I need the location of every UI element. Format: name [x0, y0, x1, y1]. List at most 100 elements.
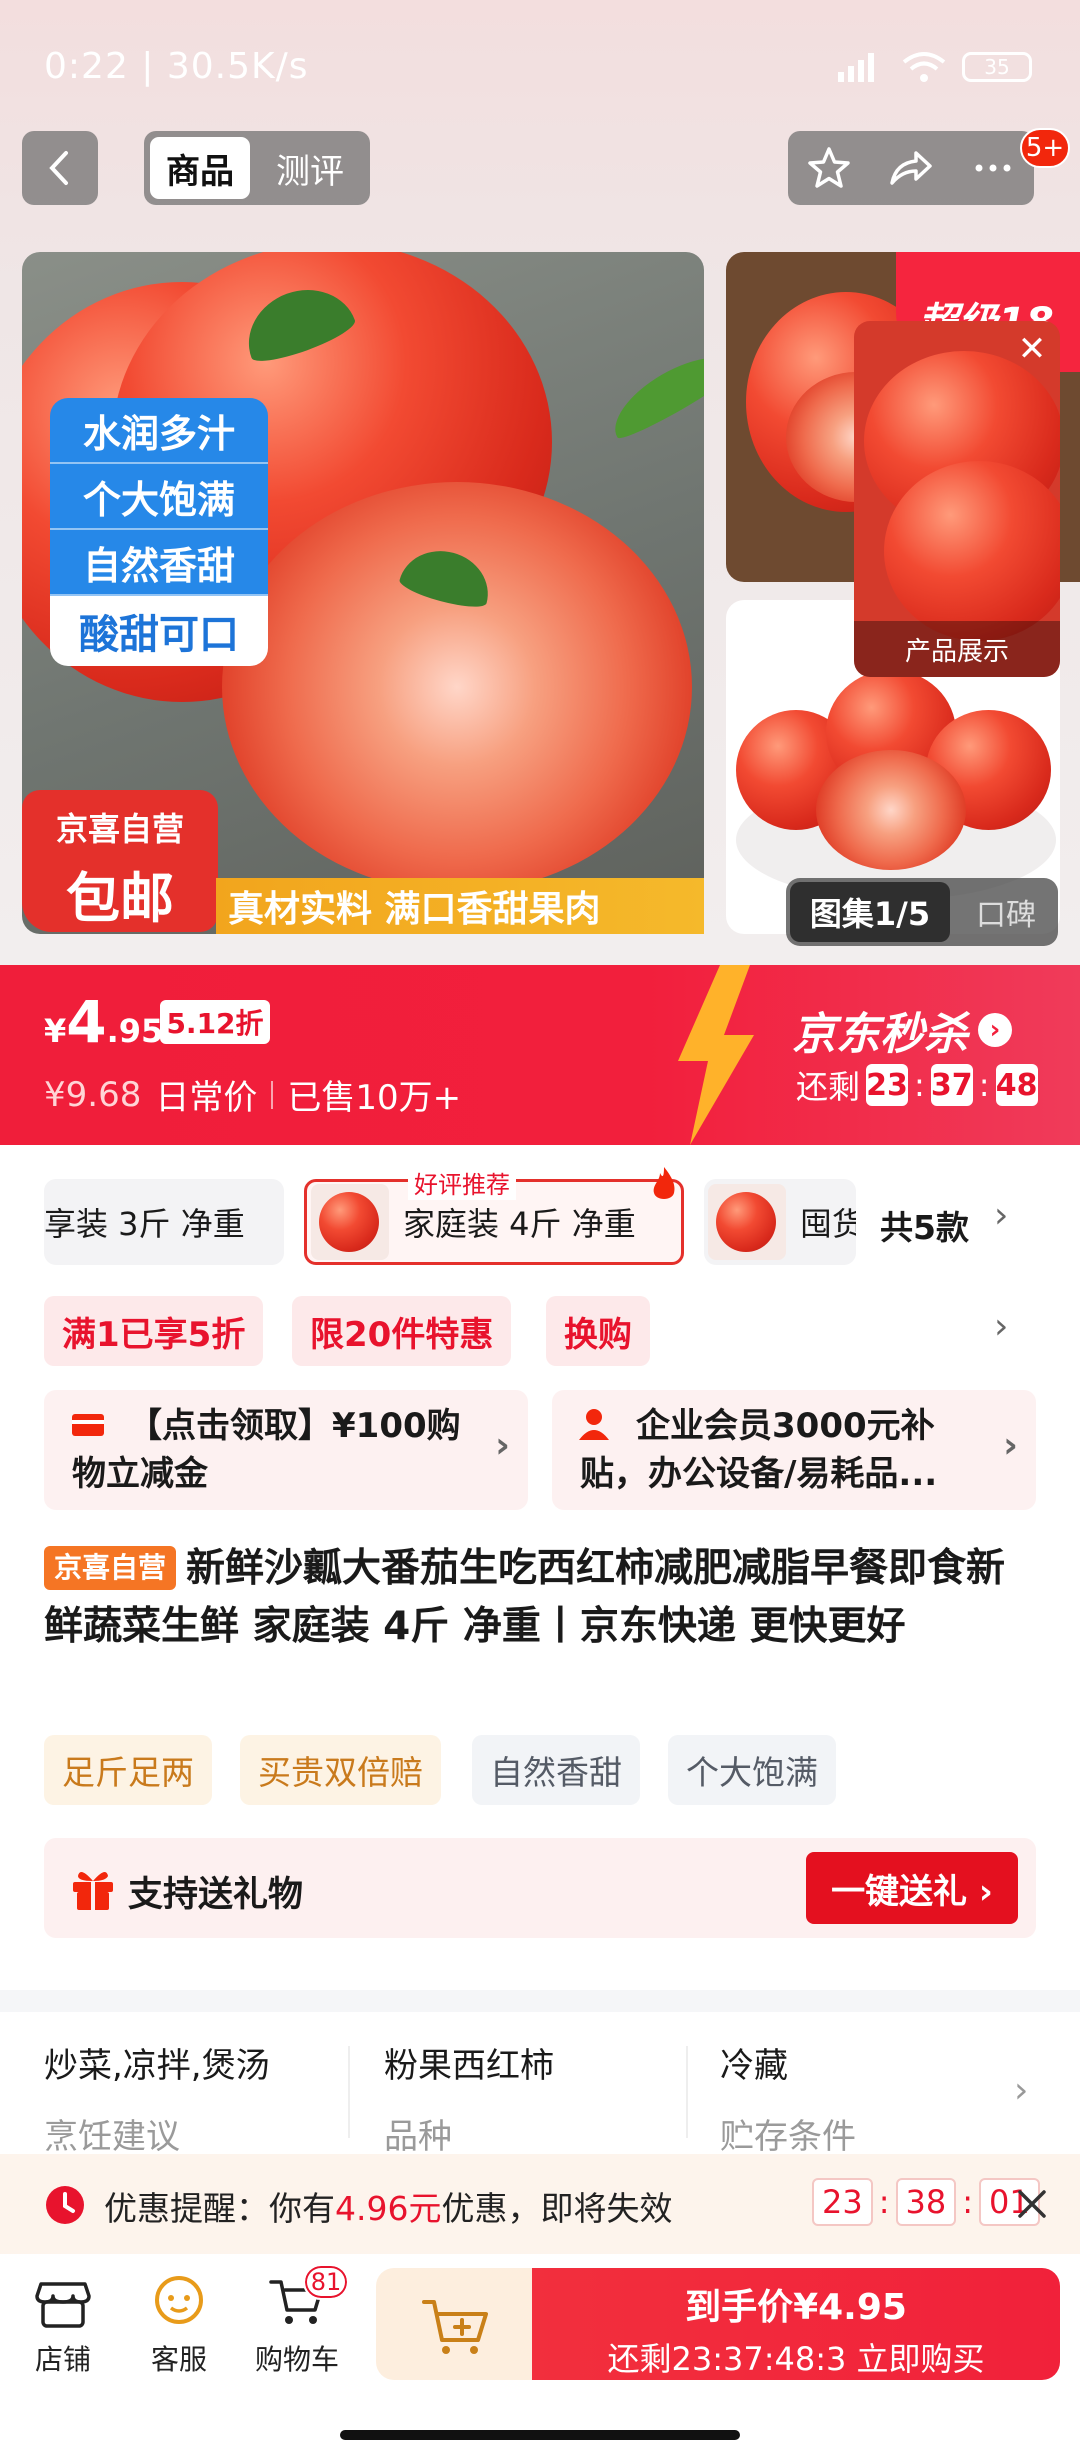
feature-tag-1: 足斤足两	[44, 1735, 212, 1805]
gift-label: 支持送礼物	[128, 1875, 304, 1915]
gift-icon	[73, 1872, 113, 1910]
user-icon	[579, 1409, 609, 1440]
chevron-right-icon: ›	[495, 1425, 510, 1466]
original-price-label: 日常价	[155, 1078, 258, 1118]
cart-label: 购物车	[254, 2343, 339, 2376]
variant-label-2: 家庭装 4斤 净重	[403, 1205, 636, 1243]
battery-indicator: 35	[962, 52, 1032, 82]
variant-label-1: 享装 3斤 净重	[44, 1205, 245, 1243]
tag-big: 个大饱满	[50, 464, 268, 530]
currency-symbol: ¥	[44, 1012, 67, 1050]
chevron-right-icon[interactable]: ›	[994, 1195, 1008, 1236]
cart-button[interactable]: 81 购物车	[242, 2264, 352, 2378]
feature-tag-4: 个大饱满	[668, 1735, 836, 1805]
float-label: 产品展示	[854, 621, 1060, 677]
scallion	[601, 339, 704, 445]
promo-chip-1[interactable]: 满1已享5折	[44, 1296, 264, 1366]
store-button[interactable]: 店铺	[8, 2272, 118, 2378]
info-label-variety: 品种	[384, 2117, 452, 2157]
popular-tip: 好评推荐	[408, 1165, 516, 1200]
reminder-text: 优惠提醒：你有4.96元优惠，即将失效	[104, 2182, 672, 2230]
separator	[271, 1080, 274, 1109]
review-tab[interactable]: 口碑	[954, 878, 1058, 946]
current-price: ¥4.95	[44, 988, 163, 1056]
close-icon[interactable]	[1014, 2186, 1050, 2222]
action-group	[788, 131, 1034, 205]
float-tomato-2	[884, 461, 1060, 641]
tab-product[interactable]: 商品	[150, 137, 250, 199]
service-icon	[149, 2272, 209, 2330]
tab-review[interactable]: 测评	[260, 137, 360, 199]
price-int: 4	[66, 988, 107, 1056]
reminder-amount: 4.96元	[335, 2189, 442, 2228]
add-to-cart-button[interactable]	[376, 2268, 536, 2380]
floating-product-preview[interactable]: ✕ 产品展示	[854, 321, 1060, 677]
countdown-minutes: 37	[930, 1064, 973, 1106]
variant-thumb-tomato	[319, 1192, 379, 1252]
variant-option-1[interactable]: 享装 3斤 净重	[44, 1179, 284, 1265]
seckill-countdown: 还剩 23: 37: 48	[796, 1062, 1038, 1108]
original-price: ¥9.68	[44, 1074, 142, 1115]
info-value-cooking: 炒菜,凉拌,煲汤	[44, 2046, 270, 2086]
countdown-hours: 23	[866, 1064, 909, 1106]
info-variety: 粉果西红柿 品种	[384, 2038, 554, 2158]
divider	[348, 2046, 350, 2138]
gallery-switch: 图集1/5 口碑	[786, 878, 1058, 946]
variant-option-3[interactable]: 囤货	[704, 1179, 856, 1265]
divider	[686, 2046, 688, 2138]
chevron-right-icon[interactable]: ›	[1014, 2070, 1028, 2111]
coupon-card-1[interactable]: 【点击领取】¥100购物立减金 ›	[44, 1390, 528, 1510]
info-label-cooking: 烹饪建议	[44, 2117, 180, 2157]
image-banner: 真材实料 满口香甜果肉	[216, 878, 704, 934]
feature-tag-2: 买贵双倍赔	[240, 1735, 441, 1805]
variant-label-3: 囤货	[800, 1205, 856, 1243]
info-storage: 冷藏 贮存条件	[720, 2038, 856, 2158]
star-icon[interactable]	[804, 143, 854, 193]
home-indicator[interactable]	[340, 2430, 740, 2440]
promo-chip-3[interactable]: 换购	[546, 1296, 650, 1366]
back-button[interactable]	[22, 131, 98, 205]
section-divider	[0, 1990, 1080, 2012]
original-price-line: ¥9.68 日常价 已售10万+	[44, 1070, 461, 1119]
variant-count[interactable]: 共5款	[880, 1201, 969, 1249]
close-preview-button[interactable]: ✕	[1010, 327, 1054, 371]
info-value-variety: 粉果西红柿	[384, 2046, 554, 2086]
reminder-suffix: 优惠，即将失效	[441, 2189, 673, 2228]
seckill-link[interactable]: 京东秒杀 ›	[792, 998, 1012, 1062]
feature-tag-stack: 水润多汁 个大饱满 自然香甜 酸甜可口	[50, 398, 268, 666]
discount-reminder-bar[interactable]: 优惠提醒：你有4.96元优惠，即将失效 23: 38: 01	[0, 2154, 1080, 2254]
chevron-right-icon: ›	[1003, 1425, 1018, 1466]
discount-chip: 5.12折	[160, 1000, 270, 1044]
buy-now-button[interactable]: 到手价¥4.95 还剩23:37:48:3 立即购买	[532, 2268, 1060, 2380]
variant-thumb-3	[708, 1184, 786, 1260]
feature-tag-3: 自然香甜	[472, 1735, 640, 1805]
cart-icon: 81	[267, 2264, 349, 2330]
send-gift-button[interactable]: 一键送礼 ›	[806, 1852, 1018, 1924]
seckill-title: 京东秒杀	[792, 1009, 968, 1060]
more-icon[interactable]	[966, 143, 1020, 193]
info-value-storage: 冷藏	[720, 2046, 788, 2086]
gallery-count[interactable]: 图集1/5	[790, 882, 950, 942]
reminder-countdown: 23: 38: 01	[812, 2178, 1040, 2226]
coupon-card-2[interactable]: 企业会员3000元补贴，办公设备/易耗品... ›	[552, 1390, 1036, 1510]
variant-thumb-2	[311, 1184, 389, 1260]
badge-store: 京喜自营	[55, 810, 184, 848]
remaining-label: 还剩	[796, 1068, 861, 1106]
price-dec: .95	[106, 1012, 164, 1050]
reminder-prefix: 优惠提醒：你有	[104, 2189, 335, 2228]
clock-icon	[46, 2186, 84, 2224]
service-button[interactable]: 客服	[124, 2272, 234, 2378]
tag-sweet: 自然香甜	[50, 530, 268, 596]
self-operated-badge: 京喜自营 包邮	[22, 790, 218, 932]
chevron-right-icon[interactable]: ›	[994, 1306, 1008, 1347]
variant-thumb-tomato-3	[716, 1192, 776, 1252]
promo-chip-2[interactable]: 限20件特惠	[292, 1296, 512, 1366]
badge-free-shipping: 包邮	[66, 867, 174, 930]
service-label: 客服	[150, 2343, 207, 2376]
share-icon[interactable]	[884, 143, 938, 193]
status-time: 0:22 | 30.5K/s	[44, 46, 309, 87]
info-label-storage: 贮存条件	[720, 2117, 856, 2157]
page-tab-switch: 商品 测评	[144, 131, 370, 205]
tomato-cut-image	[222, 482, 692, 892]
variant-selector: 享装 3斤 净重 家庭装 4斤 净重 好评推荐 囤货 共5款 ›	[0, 1165, 1080, 1275]
